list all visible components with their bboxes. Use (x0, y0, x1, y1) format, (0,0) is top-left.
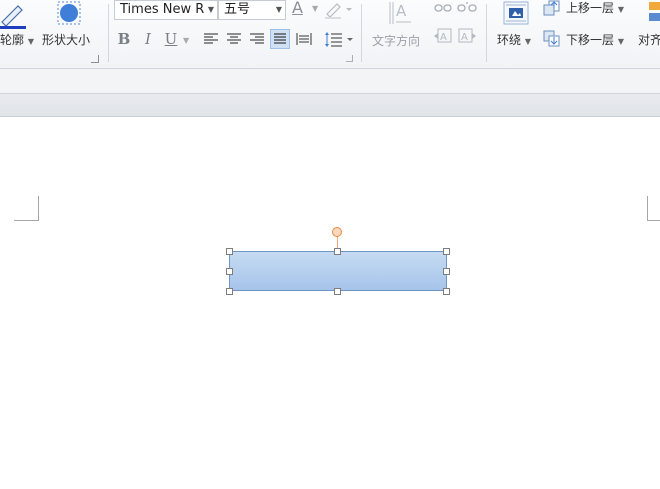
chevron-down-icon[interactable]: ▼ (183, 36, 189, 45)
italic-button[interactable]: I (138, 29, 158, 49)
chevron-down-icon[interactable]: ▼ (208, 1, 214, 19)
shape-size-icon[interactable] (56, 0, 82, 28)
resize-handle-bottom[interactable] (334, 288, 341, 295)
send-backward-icon[interactable] (543, 30, 561, 47)
group-separator (361, 4, 362, 62)
horizontal-ruler (0, 93, 660, 117)
shape-outline-icon[interactable] (0, 2, 26, 30)
next-textbox-icon[interactable]: A (457, 27, 477, 45)
resize-handle-top[interactable] (334, 248, 341, 255)
group-separator (108, 4, 109, 62)
font-color-glyph: A (292, 0, 303, 17)
font-size-value: 五号 (224, 2, 251, 17)
shape-size-button[interactable]: 形状大小 (42, 33, 90, 47)
rotate-handle[interactable] (332, 227, 342, 237)
page-corner-mark-right (647, 196, 660, 221)
resize-handle-bottom-right[interactable] (443, 288, 450, 295)
svg-text:A: A (440, 32, 447, 43)
ribbon-toolbar: 轮廓 ▼ 形状大小 Times New R ▼ 五号 ▼ A ▼ B I U ▼ (0, 0, 660, 69)
align-objects-icon[interactable] (648, 0, 660, 24)
send-backward-label: 下移一层 (566, 33, 615, 47)
dialog-launcher-icon[interactable] (346, 55, 353, 62)
font-size-combo[interactable]: 五号 ▼ (218, 0, 286, 20)
underline-button[interactable]: U (161, 29, 181, 49)
font-color-button[interactable]: A ▼ (290, 0, 320, 20)
chevron-down-icon: ▼ (617, 5, 624, 14)
line-spacing-icon[interactable] (322, 29, 356, 49)
bold-button[interactable]: B (114, 29, 134, 49)
align-right-icon[interactable] (247, 29, 267, 49)
chevron-down-icon: ▼ (27, 37, 34, 46)
unlink-textbox-icon[interactable] (457, 1, 477, 15)
wrap-button[interactable]: 环绕 ▼ (497, 33, 531, 49)
page-corner-mark-left (14, 196, 39, 221)
wrap-icon[interactable] (503, 1, 529, 25)
wrap-label: 环绕 (497, 33, 522, 47)
chevron-down-icon[interactable]: ▼ (312, 4, 318, 13)
align-center-icon[interactable] (224, 29, 244, 49)
align-left-icon[interactable] (201, 29, 221, 49)
rectangle-shape[interactable] (229, 251, 447, 291)
svg-text:A: A (396, 2, 407, 20)
group-separator (486, 4, 487, 62)
resize-handle-right[interactable] (443, 268, 450, 275)
tab-strip (0, 69, 660, 93)
resize-handle-top-right[interactable] (443, 248, 450, 255)
highlight-icon[interactable] (323, 0, 353, 20)
resize-handle-top-left[interactable] (226, 248, 233, 255)
chevron-down-icon[interactable]: ▼ (276, 1, 282, 19)
align-justify-icon[interactable] (270, 29, 290, 49)
distributed-align-icon[interactable] (294, 29, 314, 49)
font-name-combo[interactable]: Times New R ▼ (114, 0, 218, 20)
text-direction-icon[interactable]: A (387, 0, 413, 26)
align-objects-button[interactable]: 对齐 (638, 33, 660, 47)
chevron-down-icon: ▼ (617, 37, 624, 46)
outline-button[interactable]: 轮廓 ▼ (0, 33, 34, 49)
previous-textbox-icon[interactable]: A (433, 27, 453, 45)
dialog-launcher-icon[interactable] (91, 55, 99, 63)
bring-forward-label: 上移一层 (566, 1, 615, 15)
text-direction-button[interactable]: 文字方向 (372, 34, 420, 48)
outline-label: 轮廓 (0, 33, 25, 47)
resize-handle-bottom-left[interactable] (226, 288, 233, 295)
resize-handle-left[interactable] (226, 268, 233, 275)
svg-text:A: A (461, 32, 468, 43)
send-backward-button[interactable]: 下移一层 ▼ (566, 33, 624, 49)
font-name-value: Times New R (120, 2, 205, 17)
bring-forward-button[interactable]: 上移一层 ▼ (566, 1, 624, 17)
chevron-down-icon: ▼ (524, 37, 531, 46)
bring-forward-icon[interactable] (543, 0, 561, 16)
link-textbox-icon[interactable] (433, 1, 453, 15)
